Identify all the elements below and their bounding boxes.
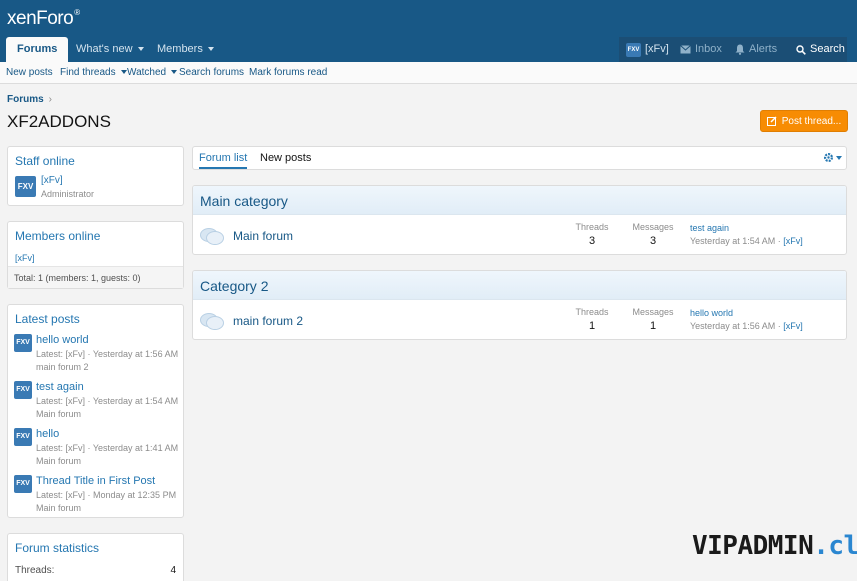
last-post-title[interactable]: hello world bbox=[690, 308, 733, 318]
latest-post-forum[interactable]: main forum 2 bbox=[36, 362, 89, 372]
category-block: Main category Main forum Threads 3 Messa… bbox=[192, 185, 847, 255]
latest-post-forum[interactable]: Main forum bbox=[36, 456, 81, 466]
latest-post-title[interactable]: hello bbox=[36, 428, 59, 440]
members-online-block: Members online [xFv] Total: 1 (members: … bbox=[7, 221, 184, 289]
sub-nav: New posts Find threads Watched Search fo… bbox=[0, 62, 857, 84]
avatar[interactable]: FXV bbox=[14, 381, 32, 399]
last-post-title[interactable]: test again bbox=[690, 223, 729, 233]
stat-value: 1 bbox=[649, 320, 657, 332]
forum-node-title[interactable]: Main forum bbox=[233, 229, 293, 243]
chevron-right-icon: › bbox=[48, 94, 53, 105]
latest-post-meta: Latest: [xFv] · Yesterday at 1:41 AM bbox=[36, 443, 179, 453]
nav-tab-forums[interactable]: Forums bbox=[6, 37, 69, 62]
category-title[interactable]: Main category bbox=[200, 193, 288, 209]
category-header bbox=[193, 271, 846, 300]
stat-value: 3 bbox=[588, 235, 596, 247]
subnav-watched[interactable]: Watched bbox=[127, 62, 178, 84]
stat-label: Messages bbox=[632, 222, 674, 232]
forum-tabs: Forum list New posts bbox=[192, 146, 847, 170]
gear-icon bbox=[823, 152, 834, 163]
block-title[interactable]: Members online bbox=[15, 229, 100, 243]
latest-posts-block: Latest posts FXV hello world Latest: [xF… bbox=[7, 304, 184, 518]
envelope-icon bbox=[680, 45, 691, 54]
main-nav: Forums What's new Members FXV [xFv] Inbo… bbox=[0, 37, 857, 62]
chevron-down-icon bbox=[120, 70, 127, 75]
forum-node-icon bbox=[200, 228, 224, 245]
forum-node-icon bbox=[200, 313, 224, 330]
block-title[interactable]: Staff online bbox=[15, 154, 75, 168]
subnav-search-forums[interactable]: Search forums bbox=[179, 62, 244, 84]
staff-online-block: Staff online FXV [xFv] Administrator bbox=[7, 146, 184, 206]
tab-forum-list[interactable]: Forum list bbox=[199, 147, 248, 169]
post-thread-button[interactable]: Post thread... bbox=[760, 110, 848, 132]
forum-node-title[interactable]: main forum 2 bbox=[233, 314, 303, 328]
category-block: Category 2 main forum 2 Threads 1 Messag… bbox=[192, 270, 847, 340]
site-header: xenForo® Forums What's new Members FXV [… bbox=[0, 0, 857, 62]
latest-post-forum[interactable]: Main forum bbox=[36, 503, 81, 513]
category-header bbox=[193, 186, 846, 215]
latest-post-meta: Latest: [xFv] · Yesterday at 1:54 AM bbox=[36, 396, 179, 406]
subnav-find-threads[interactable]: Find threads bbox=[60, 62, 127, 84]
stat-label: Threads: bbox=[15, 565, 55, 576]
latest-post-meta: Latest: [xFv] · Yesterday at 1:56 AM bbox=[36, 349, 179, 359]
subnav-new-posts[interactable]: New posts bbox=[6, 62, 53, 84]
latest-post-meta: Latest: [xFv] · Monday at 12:35 PM bbox=[36, 490, 177, 500]
last-post-user[interactable]: [xFv] bbox=[783, 236, 803, 246]
watermark: VIPADMIN.club bbox=[692, 531, 857, 561]
stat-label: Threads bbox=[575, 222, 609, 232]
latest-post-title[interactable]: test again bbox=[36, 381, 84, 393]
chevron-down-icon bbox=[171, 70, 178, 75]
last-post-meta: Yesterday at 1:56 AM · [xFv] bbox=[690, 321, 803, 331]
tab-new-posts[interactable]: New posts bbox=[260, 147, 311, 169]
avatar[interactable]: FXV bbox=[14, 428, 32, 446]
latest-post-title[interactable]: hello world bbox=[36, 334, 89, 346]
avatar[interactable]: FXV bbox=[14, 334, 32, 352]
inbox-button[interactable]: Inbox bbox=[680, 37, 722, 62]
breadcrumb[interactable]: Forums › bbox=[7, 94, 52, 105]
alerts-button[interactable]: Alerts bbox=[735, 37, 777, 62]
forum-statistics-block: Forum statistics Threads: 4 bbox=[7, 533, 184, 581]
subnav-mark-read[interactable]: Mark forums read bbox=[249, 62, 327, 84]
chevron-down-icon bbox=[137, 47, 144, 52]
member-username[interactable]: [xFv] bbox=[15, 253, 35, 263]
latest-post-forum[interactable]: Main forum bbox=[36, 409, 81, 419]
avatar[interactable]: FXV bbox=[14, 475, 32, 493]
block-title[interactable]: Latest posts bbox=[15, 312, 80, 326]
category-title[interactable]: Category 2 bbox=[200, 278, 268, 294]
block-title[interactable]: Forum statistics bbox=[15, 541, 99, 555]
staff-username[interactable]: [xFv] bbox=[41, 175, 63, 186]
last-post-meta: Yesterday at 1:54 AM · [xFv] bbox=[690, 236, 803, 246]
latest-post-title[interactable]: Thread Title in First Post bbox=[36, 475, 155, 487]
avatar[interactable]: FXV bbox=[15, 176, 36, 197]
last-post-user[interactable]: [xFv] bbox=[783, 321, 803, 331]
search-button[interactable]: Search bbox=[796, 37, 845, 62]
stat-label: Messages bbox=[632, 307, 674, 317]
stat-value: 1 bbox=[588, 320, 596, 332]
stat-value: 3 bbox=[649, 235, 657, 247]
stat-value: 4 bbox=[170, 565, 176, 576]
chevron-down-icon bbox=[836, 155, 842, 160]
account-button[interactable]: FXV [xFv] bbox=[626, 37, 669, 62]
nav-tab-members[interactable]: Members bbox=[157, 37, 214, 62]
members-total: Total: 1 (members: 1, guests: 0) bbox=[8, 266, 183, 288]
filter-menu-button[interactable] bbox=[823, 152, 842, 163]
stat-label: Threads bbox=[575, 307, 609, 317]
search-icon bbox=[796, 44, 806, 55]
site-logo[interactable]: xenForo® bbox=[7, 8, 80, 30]
nav-tab-whats-new[interactable]: What's new bbox=[76, 37, 144, 62]
edit-icon bbox=[766, 116, 777, 126]
page-title: XF2ADDONS bbox=[7, 112, 111, 131]
staff-role: Administrator bbox=[41, 189, 95, 199]
chevron-down-icon bbox=[207, 47, 214, 52]
bell-icon bbox=[735, 44, 745, 55]
avatar: FXV bbox=[626, 42, 641, 57]
